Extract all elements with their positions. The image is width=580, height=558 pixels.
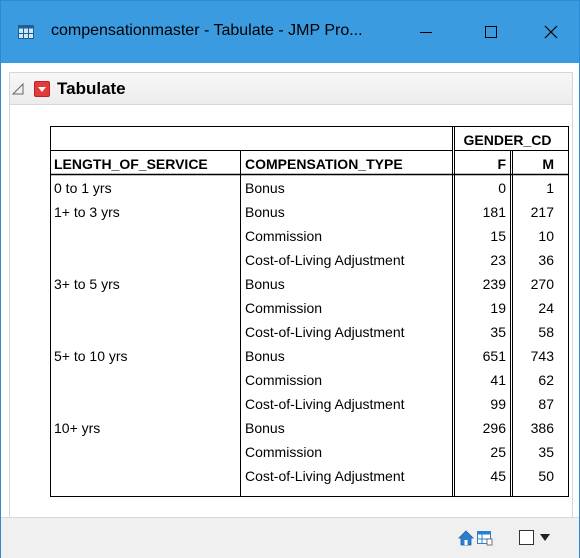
table-cell: Bonus: [245, 204, 285, 220]
table-cell: 386: [530, 420, 554, 436]
table-row: 10+ yrs Bonus 296 386: [50, 416, 558, 440]
close-button[interactable]: [529, 13, 573, 51]
jmp-window: compensationmaster - Tabulate - JMP Pro.…: [0, 0, 580, 558]
table-cell: Bonus: [245, 420, 285, 436]
table-cell: Cost-of-Living Adjustment: [245, 252, 405, 268]
table-row: 3+ to 5 yrs Bonus 239 270: [50, 272, 558, 296]
table-row: Cost-of-Living Adjustment 23 36: [50, 248, 558, 272]
table-cell: Cost-of-Living Adjustment: [245, 468, 405, 484]
table-cell: 35: [490, 324, 506, 340]
tabulate-table: GENDER_CD LENGTH_OF_SERVICE COMPENSATION…: [50, 128, 558, 488]
group-header-gender: GENDER_CD: [463, 132, 552, 148]
table-cell: Cost-of-Living Adjustment: [245, 324, 405, 340]
table-cell: 36: [538, 252, 554, 268]
table-cell: 10: [538, 228, 554, 244]
table-cell: 181: [482, 204, 506, 220]
table-cell: Cost-of-Living Adjustment: [245, 396, 405, 412]
window-title: compensationmaster - Tabulate - JMP Pro.…: [51, 22, 363, 39]
table-cell: 270: [530, 276, 554, 292]
column-header: M: [542, 156, 554, 172]
table-cell: 35: [538, 444, 554, 460]
table-row: Cost-of-Living Adjustment 35 58: [50, 320, 558, 344]
table-cell: 25: [490, 444, 506, 460]
table-cell: [50, 320, 241, 344]
table-cell: Commission: [245, 228, 323, 244]
maximize-button[interactable]: [469, 13, 513, 51]
minimize-button[interactable]: [404, 13, 448, 51]
table-cell: 3+ to 5 yrs: [54, 276, 120, 292]
table-cell: 50: [538, 468, 554, 484]
table-cell: 23: [490, 252, 506, 268]
dropdown-arrow-icon[interactable]: [540, 534, 550, 542]
table-cell: 99: [490, 396, 506, 412]
table-cell: 743: [530, 348, 554, 364]
column-header: COMPENSATION_TYPE: [245, 156, 403, 172]
table-cell: Bonus: [245, 348, 285, 364]
table-row: 0 to 1 yrs Bonus 0 1: [50, 176, 558, 200]
table-cell: 62: [538, 372, 554, 388]
table-cell: Bonus: [245, 276, 285, 292]
table-cell: [50, 296, 241, 320]
table-cell: 296: [482, 420, 506, 436]
table-cell: 24: [538, 300, 554, 316]
table-cell: [50, 248, 241, 272]
table-row: Cost-of-Living Adjustment 45 50: [50, 464, 558, 488]
table-cell: 1+ to 3 yrs: [54, 204, 120, 220]
table-cell: 19: [490, 300, 506, 316]
table-icon[interactable]: [477, 530, 493, 546]
table-row: Cost-of-Living Adjustment 99 87: [50, 392, 558, 416]
table-row: 5+ to 10 yrs Bonus 651 743: [50, 344, 558, 368]
table-cell: [50, 392, 241, 416]
table-cell: [50, 440, 241, 464]
table-cell: 0 to 1 yrs: [54, 180, 112, 196]
table-row: Commission 15 10: [50, 224, 558, 248]
close-icon: [544, 25, 558, 39]
table-row: Commission 41 62: [50, 368, 558, 392]
status-bar: [1, 517, 579, 558]
table-cell: 15: [490, 228, 506, 244]
table-cell: [50, 464, 241, 488]
table-cell: 45: [490, 468, 506, 484]
table-cell: 239: [482, 276, 506, 292]
table-cell: 10+ yrs: [54, 420, 101, 436]
checkbox-icon[interactable]: [519, 530, 535, 546]
table-cell: Commission: [245, 444, 323, 460]
table-row: Commission 19 24: [50, 296, 558, 320]
home-icon[interactable]: [458, 530, 474, 546]
jmp-table-icon: [18, 25, 34, 39]
table-cell: 41: [490, 372, 506, 388]
table-cell: [50, 224, 241, 248]
report-content: Tabulate GENDER_CD LENGTH_OF_SERVICE COM…: [1, 63, 579, 532]
column-header: F: [497, 156, 506, 172]
table-row: 1+ to 3 yrs Bonus 181 217: [50, 200, 558, 224]
table-cell: Commission: [245, 372, 323, 388]
table-cell: Commission: [245, 300, 323, 316]
table-cell: 5+ to 10 yrs: [54, 348, 128, 364]
minimize-icon: [420, 32, 432, 33]
table-row: Commission 25 35: [50, 440, 558, 464]
table-cell: 0: [498, 180, 506, 196]
table-cell: 87: [538, 396, 554, 412]
maximize-icon: [485, 26, 497, 38]
column-header: LENGTH_OF_SERVICE: [54, 156, 208, 172]
table-cell: 58: [538, 324, 554, 340]
table-cell: 651: [482, 348, 506, 364]
table-cell: Bonus: [245, 180, 285, 196]
table-cell: 1: [546, 180, 554, 196]
table-cell: 217: [530, 204, 554, 220]
table-cell: [50, 368, 241, 392]
title-bar[interactable]: compensationmaster - Tabulate - JMP Pro.…: [1, 1, 579, 63]
